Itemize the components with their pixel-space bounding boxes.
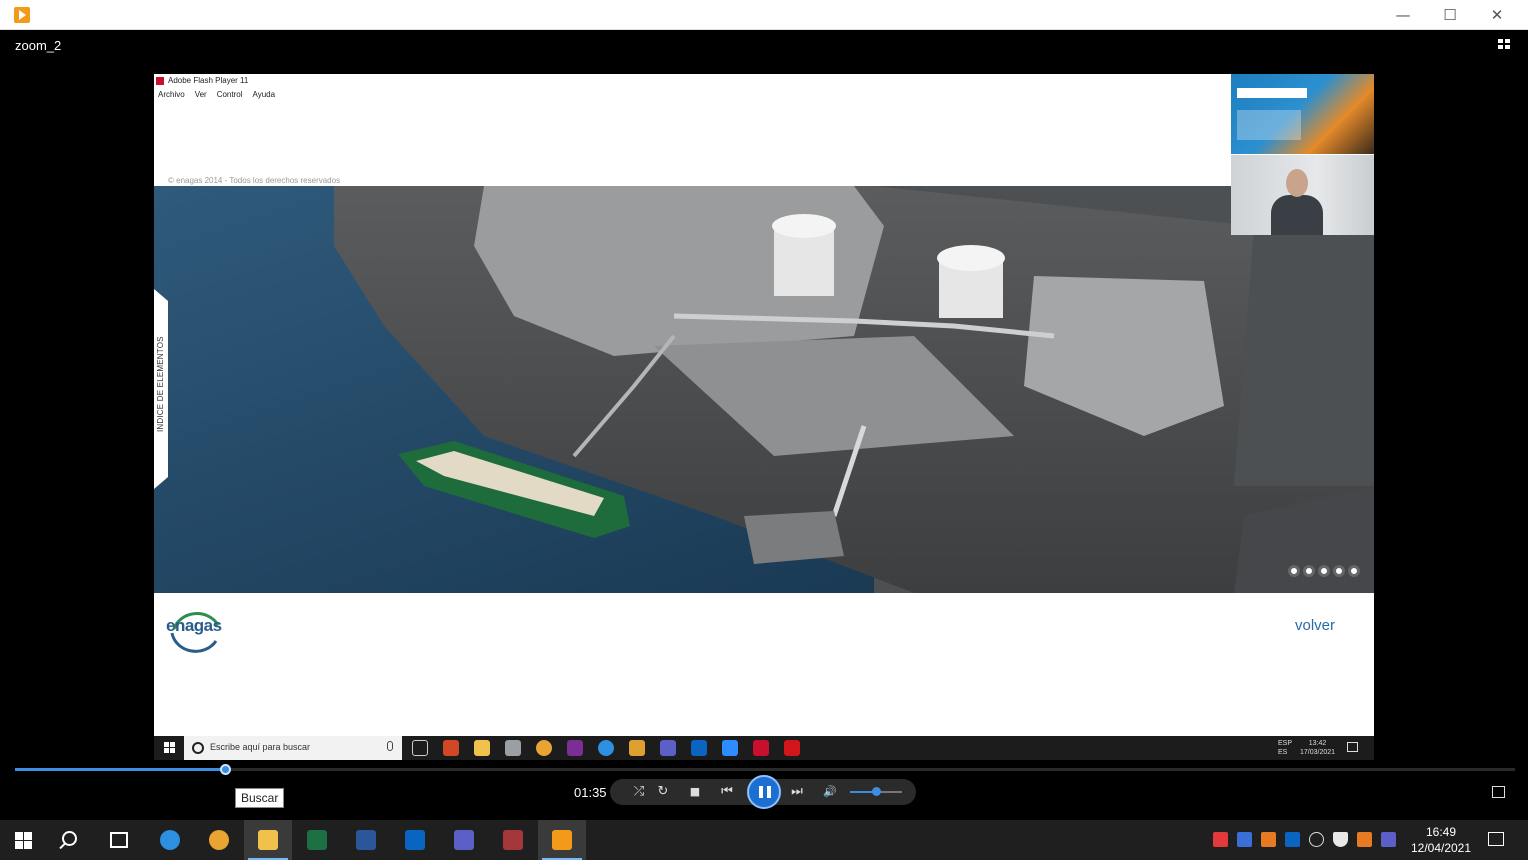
grid-view-icon[interactable] [1498,39,1512,51]
windows-start-icon[interactable] [164,742,176,754]
volume-button[interactable]: 🔊 [818,779,842,805]
file-explorer-icon[interactable] [474,740,490,756]
teams-icon[interactable] [660,740,676,756]
outlook-icon [405,830,425,850]
outlook-icon[interactable] [691,740,707,756]
taskbar-excel[interactable] [293,820,341,860]
app-icon[interactable] [629,740,645,756]
tray-mail-icon[interactable] [1357,832,1372,847]
taskbar-media-player[interactable] [538,820,586,860]
view-dot[interactable] [1348,565,1360,577]
edge-icon[interactable] [598,740,614,756]
stop-button[interactable]: ■ [684,779,706,805]
taskbar-access[interactable] [489,820,537,860]
shared-taskbar-apps [412,740,800,756]
tray-outlook-icon[interactable] [1285,832,1300,847]
menu-item-ver[interactable]: Ver [195,90,207,99]
powerpoint-icon[interactable] [443,740,459,756]
pause-button[interactable] [747,775,781,809]
access-icon [503,830,523,850]
microphone-icon[interactable] [387,741,393,751]
maximize-button[interactable]: ☐ [1427,0,1473,30]
shield-icon[interactable] [1333,832,1348,847]
search-tooltip: Buscar [235,788,285,808]
taskbar-internet-explorer[interactable] [146,820,194,860]
fullscreen-icon[interactable] [1492,786,1505,798]
enagas-logo-text: enagas [166,616,222,635]
view-dot[interactable] [1303,565,1315,577]
seek-bar[interactable] [15,764,1515,775]
seek-bar-handle[interactable] [220,764,231,775]
excel-icon [307,830,327,850]
menu-item-ayuda[interactable]: Ayuda [253,90,276,99]
taskbar-file-explorer[interactable] [244,820,292,860]
menu-item-control[interactable]: Control [217,90,243,99]
media-player-icon [552,830,572,850]
seek-bar-fill [15,768,225,771]
shared-language-indicator[interactable]: ESP ES [1278,739,1292,757]
player-titlebar: — ☐ ✕ [0,0,1528,30]
file-explorer-icon [258,830,278,850]
word-icon [356,830,376,850]
acrobat-icon[interactable] [784,740,800,756]
minimize-button[interactable]: — [1380,0,1426,30]
shared-clock[interactable]: 13:42 17/03/2021 [1300,739,1335,757]
taskbar-word[interactable] [342,820,390,860]
task-view-icon[interactable] [412,740,428,756]
media-player-icon [14,7,30,23]
taskbar-chrome[interactable] [195,820,243,860]
shared-screen: Adobe Flash Player 11 Archivo Ver Contro… [154,74,1374,736]
plant-3d-scene[interactable] [154,186,1374,593]
close-button[interactable]: ✕ [1474,0,1520,30]
shared-windows-taskbar: Escribe aquí para buscar ESP ES 13:42 17… [154,736,1374,760]
view-dot[interactable] [1288,565,1300,577]
media-title: zoom_2 [15,38,62,53]
flash-window-title: Adobe Flash Player 11 [154,74,248,88]
system-tray [1213,832,1396,847]
previous-button[interactable]: ⏮ [714,779,740,805]
app-icon[interactable] [505,740,521,756]
volver-link[interactable]: volver [1295,617,1335,634]
onenote-icon[interactable] [567,740,583,756]
taskbar-clock[interactable]: 16:49 12/04/2021 [1402,824,1480,856]
repeat-button[interactable]: ↻ [652,779,674,805]
speaker-icon[interactable] [1309,832,1324,847]
scene-view-dots[interactable] [1288,565,1360,577]
index-side-tab-label: INDICE DE ELEMENTOS [156,336,165,432]
next-button[interactable]: ⏭ [784,779,810,805]
shared-notification-icon[interactable] [1347,742,1358,752]
presentation-thumbnail[interactable] [1231,74,1374,154]
taskbar-outlook[interactable] [391,820,439,860]
volume-slider[interactable] [850,787,902,796]
task-view-icon[interactable] [110,832,128,848]
cortana-icon [192,742,204,754]
internet-explorer-icon [160,830,180,850]
view-dot[interactable] [1333,565,1345,577]
taskbar-teams[interactable] [440,820,488,860]
chrome-icon[interactable] [536,740,552,756]
current-time: 01:35 [574,785,607,800]
start-button[interactable] [15,832,32,849]
menu-item-archivo[interactable]: Archivo [158,90,185,99]
flash-menu-bar: Archivo Ver Control Ayuda [158,90,275,99]
notification-center-icon[interactable] [1488,832,1504,846]
shared-search-placeholder: Escribe aquí para buscar [210,742,311,752]
tray-teams-icon[interactable] [1381,832,1396,847]
volume-handle[interactable] [872,787,881,796]
teams-icon [454,830,474,850]
shuffle-button[interactable]: ⤮ [628,779,650,805]
speaker-webcam[interactable] [1231,155,1374,235]
tray-app-icon[interactable] [1237,832,1252,847]
copyright-text: © enagas 2014 - Todos los derechos reser… [168,176,341,185]
windows-taskbar: 16:49 12/04/2021 [0,820,1528,860]
tray-app-icon[interactable] [1261,832,1276,847]
search-icon[interactable] [62,831,77,846]
chrome-icon [209,830,229,850]
flash-player-icon[interactable] [753,740,769,756]
shared-search-box[interactable]: Escribe aquí para buscar [184,736,402,760]
view-dot[interactable] [1318,565,1330,577]
tray-app-icon[interactable] [1213,832,1228,847]
zoom-icon[interactable] [722,740,738,756]
